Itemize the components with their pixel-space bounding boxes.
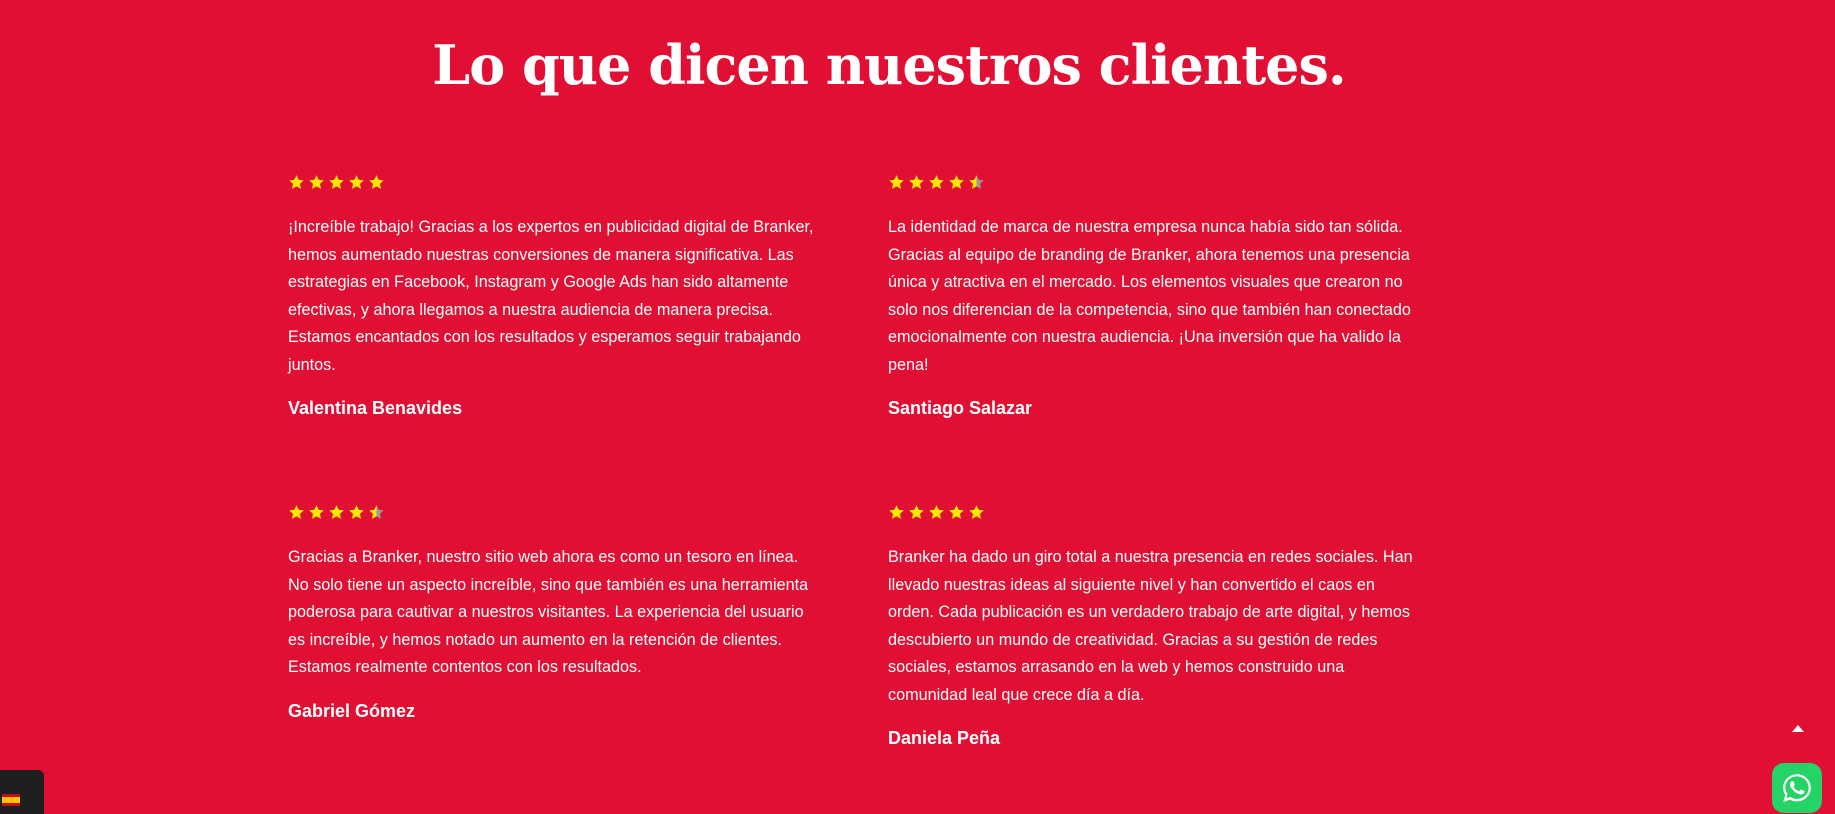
star-icon <box>909 504 924 519</box>
star-icon <box>929 504 944 519</box>
whatsapp-button[interactable] <box>1772 763 1822 813</box>
star-icon <box>349 504 364 519</box>
star-rating <box>888 502 1418 522</box>
language-switcher[interactable] <box>0 770 44 814</box>
testimonial-card: La identidad de marca de nuestra empresa… <box>888 172 1418 420</box>
star-rating <box>888 172 1418 192</box>
star-icon <box>909 174 924 189</box>
star-rating <box>288 502 818 522</box>
star-icon <box>969 504 984 519</box>
star-icon <box>289 174 304 189</box>
star-icon <box>329 174 344 189</box>
star-icon <box>309 174 324 189</box>
scroll-to-top-button[interactable] <box>1788 718 1808 738</box>
testimonial-card: Branker ha dado un giro total a nuestra … <box>888 502 1418 750</box>
star-icon <box>369 504 384 519</box>
testimonial-author: Valentina Benavides <box>288 398 463 418</box>
star-icon <box>949 504 964 519</box>
spain-flag-icon[interactable] <box>2 794 20 806</box>
star-rating <box>288 172 818 192</box>
testimonial-quote: Branker ha dado un giro total a nuestra … <box>888 548 1413 704</box>
testimonial-quote: Gracias a Branker, nuestro sitio web aho… <box>288 548 809 676</box>
testimonial-card: ¡Increíble trabajo! Gracias a los expert… <box>288 172 818 420</box>
section-title: Lo que dicen nuestros clientes. <box>432 33 1346 97</box>
star-icon <box>369 174 384 189</box>
testimonial-author: Gabriel Gómez <box>288 700 416 721</box>
star-icon <box>289 504 304 519</box>
testimonial-author: Santiago Salazar <box>888 398 1033 418</box>
star-icon <box>329 504 344 519</box>
star-icon <box>949 174 964 189</box>
testimonial-card: Gracias a Branker, nuestro sitio web aho… <box>288 502 818 723</box>
star-icon <box>969 174 984 189</box>
star-icon <box>309 504 324 519</box>
whatsapp-icon <box>1783 774 1811 802</box>
star-icon <box>349 174 364 189</box>
arrow-up-icon <box>1792 724 1804 732</box>
star-icon <box>929 174 944 189</box>
testimonial-quote: La identidad de marca de nuestra empresa… <box>888 218 1411 374</box>
testimonial-author: Daniela Peña <box>888 728 1001 748</box>
star-icon <box>889 174 904 189</box>
testimonial-quote: ¡Increíble trabajo! Gracias a los expert… <box>288 218 814 374</box>
star-icon <box>889 504 904 519</box>
